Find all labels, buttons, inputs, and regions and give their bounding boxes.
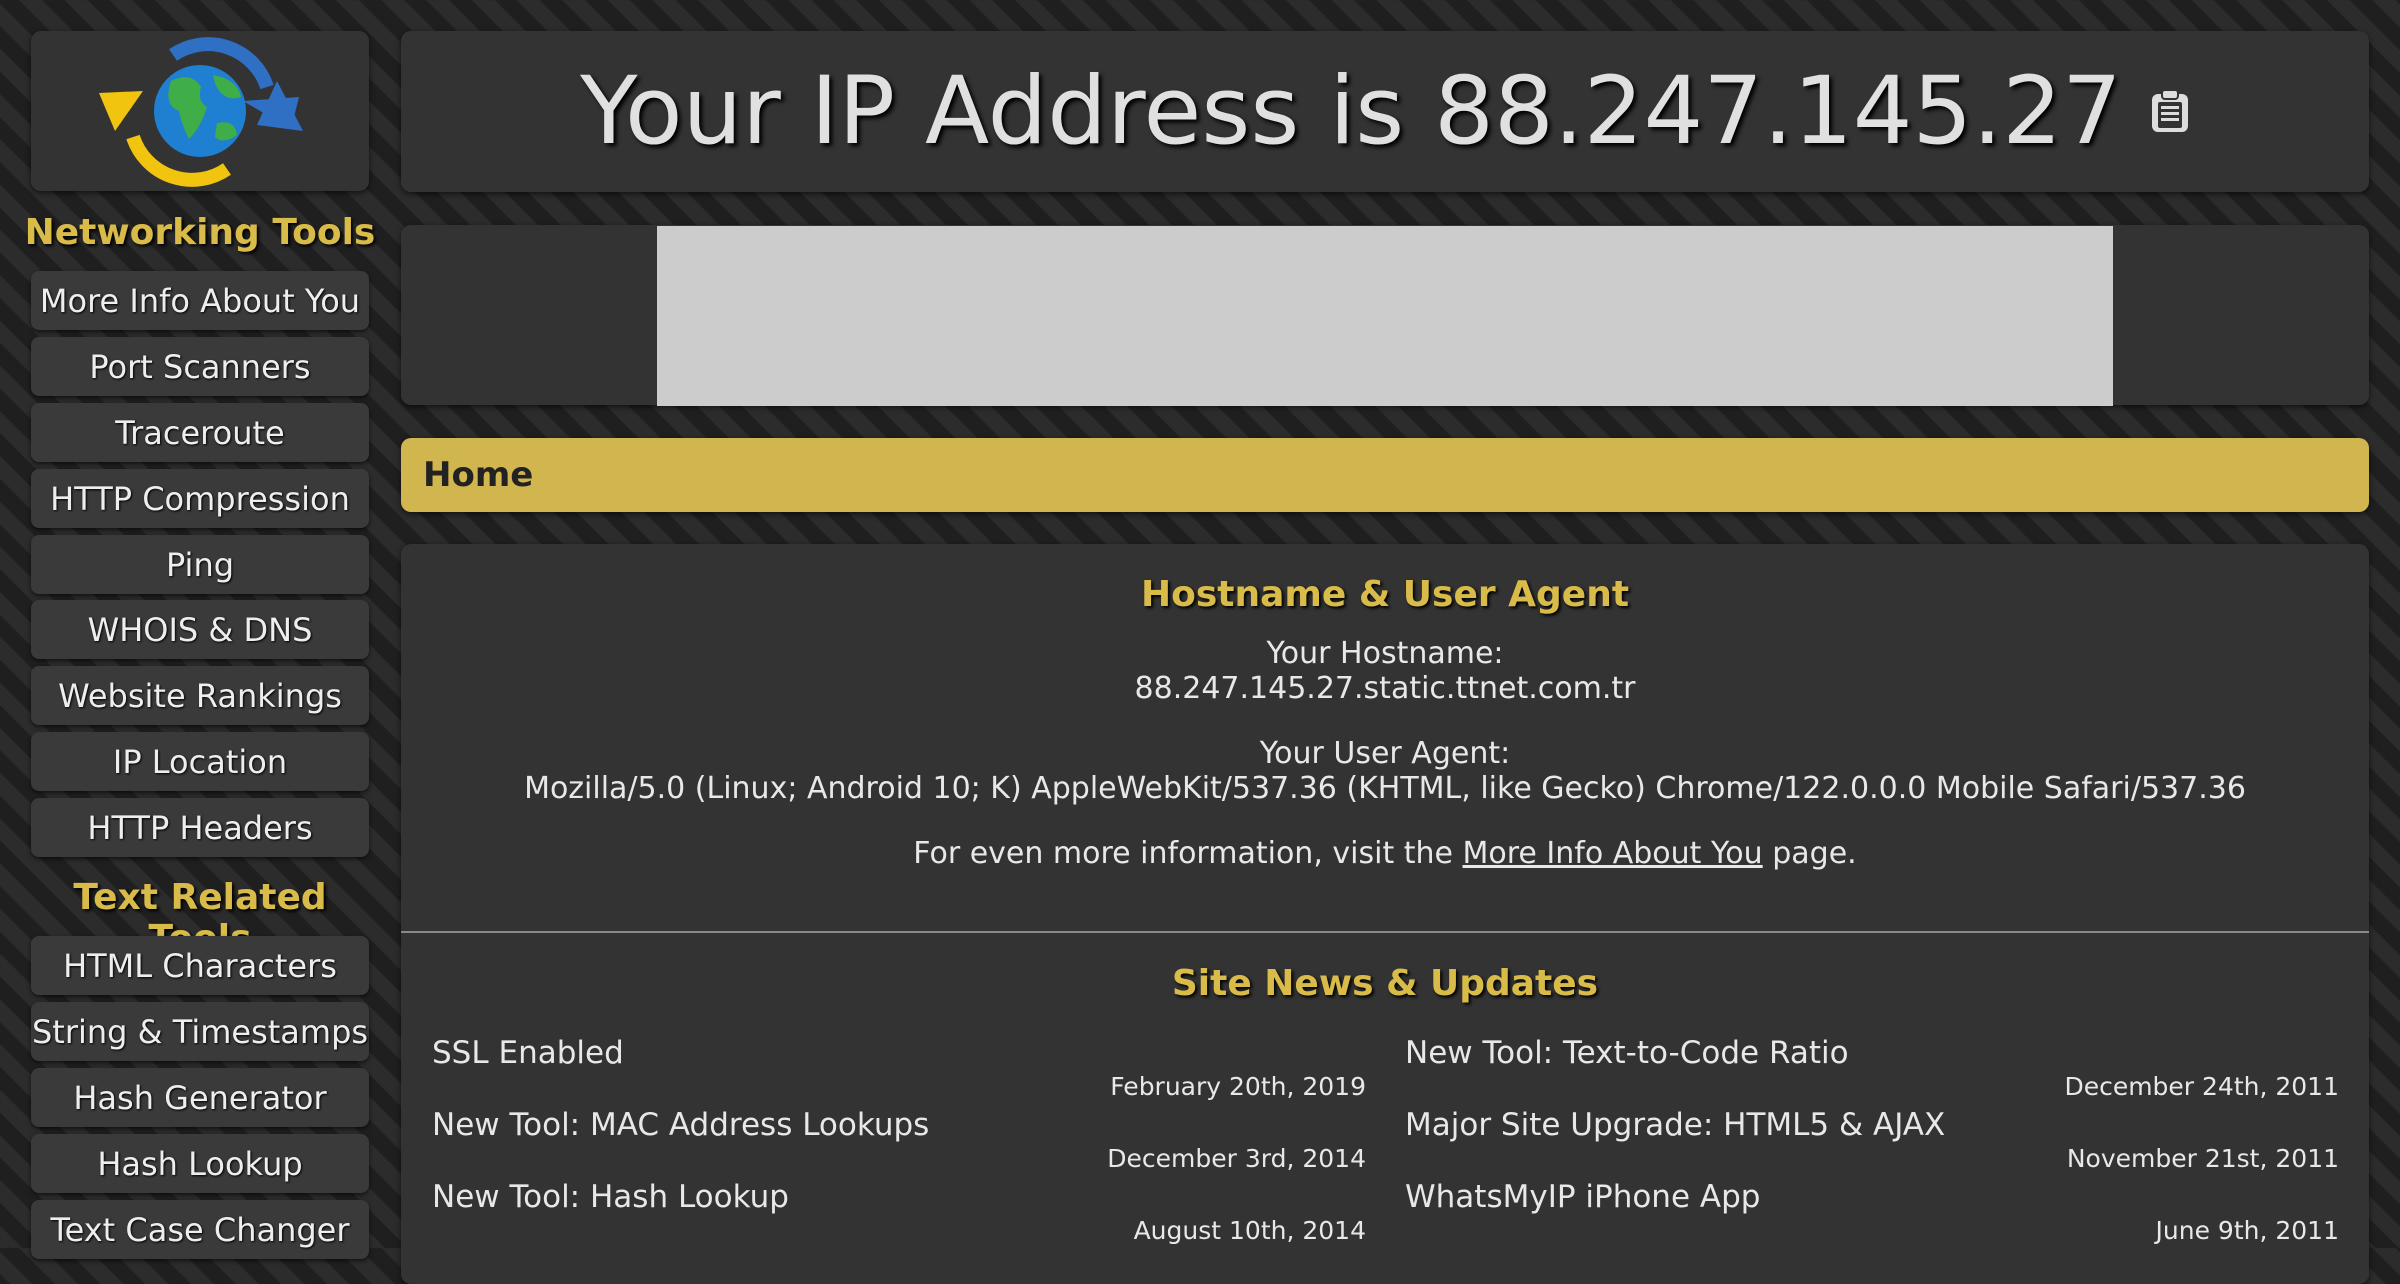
- breadcrumb: Home: [401, 438, 2369, 512]
- user-agent-label: Your User Agent:: [1259, 736, 1511, 771]
- more-info-prefix: For even more information, visit the: [913, 836, 1463, 871]
- nav-port-scanners[interactable]: Port Scanners: [31, 337, 369, 396]
- ad-panel: [401, 225, 2369, 406]
- news-item-title[interactable]: SSL Enabled: [432, 1035, 624, 1071]
- nav-ip-location[interactable]: IP Location: [31, 732, 369, 791]
- section-divider: [401, 931, 2369, 933]
- more-info-suffix: page.: [1762, 836, 1857, 871]
- nav-more-info[interactable]: More Info About You: [31, 271, 369, 330]
- breadcrumb-home[interactable]: Home: [423, 455, 533, 495]
- news-item-title[interactable]: New Tool: Text-to-Code Ratio: [1405, 1035, 1849, 1071]
- nav-website-rankings[interactable]: Website Rankings: [31, 666, 369, 725]
- ip-address-title: Your IP Address is 88.247.145.27: [580, 57, 2122, 166]
- news-item-date: November 21st, 2011: [2066, 1144, 2339, 1173]
- news-item-title[interactable]: WhatsMyIP iPhone App: [1405, 1179, 1760, 1215]
- news-item-date: August 10th, 2014: [1133, 1216, 1366, 1245]
- hostname-label: Your Hostname:: [1266, 636, 1504, 671]
- news-item-date: December 24th, 2011: [2064, 1072, 2339, 1101]
- nav-http-compression[interactable]: HTTP Compression: [31, 469, 369, 528]
- news-item-date: June 9th, 2011: [2155, 1216, 2339, 1245]
- news-item-title[interactable]: New Tool: Hash Lookup: [432, 1179, 789, 1215]
- news-heading: Site News & Updates: [1171, 963, 1599, 1004]
- nav-http-headers[interactable]: HTTP Headers: [31, 798, 369, 857]
- nav-html-characters[interactable]: HTML Characters: [31, 936, 369, 995]
- hostname-value: 88.247.145.27.static.ttnet.com.tr: [1134, 671, 1636, 706]
- user-agent-value: Mozilla/5.0 (Linux; Android 10; K) Apple…: [524, 771, 2246, 806]
- news-item-title[interactable]: New Tool: MAC Address Lookups: [432, 1107, 929, 1143]
- nav-ping[interactable]: Ping: [31, 535, 369, 594]
- nav-hash-lookup[interactable]: Hash Lookup: [31, 1134, 369, 1193]
- news-item-date: February 20th, 2019: [1110, 1072, 1366, 1101]
- networking-tools-heading: Networking Tools: [24, 212, 376, 253]
- hostname-heading: Hostname & User Agent: [1140, 574, 1630, 615]
- ad-placeholder: [657, 226, 2113, 406]
- nav-text-case-changer[interactable]: Text Case Changer: [31, 1200, 369, 1259]
- nav-hash-generator[interactable]: Hash Generator: [31, 1068, 369, 1127]
- nav-string-timestamps[interactable]: String & Timestamps: [31, 1002, 369, 1061]
- news-item-title[interactable]: Major Site Upgrade: HTML5 & AJAX: [1405, 1107, 1945, 1143]
- clipboard-icon[interactable]: [2150, 89, 2190, 134]
- globe-arrows-icon[interactable]: [31, 31, 369, 191]
- logo-panel: [31, 31, 369, 191]
- more-info-text: For even more information, visit the Mor…: [401, 836, 2369, 871]
- main-content-panel: Hostname & User Agent Your Hostname: 88.…: [401, 544, 2369, 1284]
- nav-whois-dns[interactable]: WHOIS & DNS: [31, 600, 369, 659]
- news-item-date: December 3rd, 2014: [1107, 1144, 1366, 1173]
- more-info-link[interactable]: More Info About You: [1463, 836, 1763, 871]
- ip-header-panel: Your IP Address is 88.247.145.27: [401, 31, 2369, 192]
- nav-traceroute[interactable]: Traceroute: [31, 403, 369, 462]
